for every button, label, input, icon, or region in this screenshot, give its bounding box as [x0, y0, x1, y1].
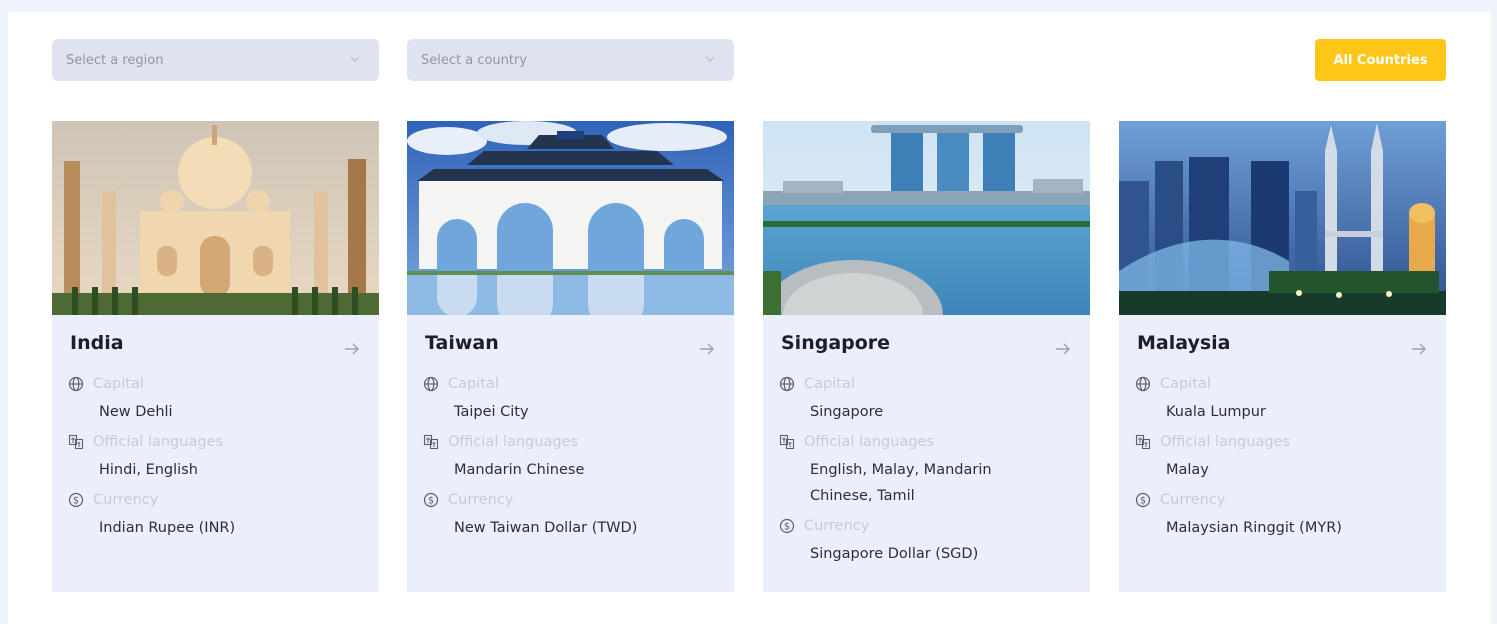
capital-label: Capital — [423, 376, 723, 392]
languages-block: Official languages Hindi, English — [68, 434, 368, 483]
svg-text:$: $ — [784, 522, 790, 533]
currency-block: $ Currency Malaysian Ringgit (MYR) — [1135, 492, 1435, 541]
capital-label: Capital — [779, 376, 1079, 392]
chevron-down-icon — [350, 56, 360, 62]
arrow-right-icon[interactable] — [698, 341, 716, 357]
all-countries-button[interactable]: All Countries — [1315, 39, 1446, 81]
country-card-taiwan[interactable]: Taiwan Capital Taipei City Official lang… — [407, 121, 734, 592]
chevron-down-icon — [705, 56, 715, 62]
country-name: Taiwan — [425, 332, 499, 354]
capital-label: Capital — [1135, 376, 1435, 392]
country-select[interactable]: Select a country — [407, 39, 734, 81]
country-photo — [1119, 121, 1446, 315]
capital-block: Capital Kuala Lumpur — [1135, 376, 1435, 425]
currency-block: $ Currency New Taiwan Dollar (TWD) — [423, 492, 723, 541]
country-card-malaysia[interactable]: Malaysia Capital Kuala Lumpur Official l… — [1119, 121, 1446, 592]
region-select-placeholder: Select a region — [66, 52, 164, 68]
currency-block: $ Currency Indian Rupee (INR) — [68, 492, 368, 541]
country-photo — [763, 121, 1090, 315]
capital-block: Capital Taipei City — [423, 376, 723, 425]
globe-icon — [779, 376, 795, 392]
languages-label: Official languages — [1135, 434, 1435, 450]
currency-value: Singapore Dollar (SGD) — [810, 546, 979, 562]
languages-value: Mandarin Chinese — [454, 462, 585, 478]
currency-label: $ Currency — [779, 518, 1079, 534]
currency-block: $ Currency Singapore Dollar (SGD) — [779, 518, 1079, 567]
currency-value: New Taiwan Dollar (TWD) — [454, 520, 638, 536]
currency-value: Malaysian Ringgit (MYR) — [1166, 520, 1342, 536]
capital-block: Capital Singapore — [779, 376, 1079, 425]
currency-value: Indian Rupee (INR) — [99, 520, 236, 536]
arrow-right-icon[interactable] — [1054, 341, 1072, 357]
country-name: Malaysia — [1137, 332, 1231, 354]
languages-label: Official languages — [423, 434, 723, 450]
translate-icon — [423, 434, 439, 450]
translate-icon — [1135, 434, 1151, 450]
capital-value: New Dehli — [99, 404, 173, 420]
country-photo — [407, 121, 734, 315]
currency-label: $ Currency — [1135, 492, 1435, 508]
svg-text:$: $ — [1140, 496, 1146, 507]
capital-label: Capital — [68, 376, 368, 392]
region-select[interactable]: Select a region — [52, 39, 379, 81]
capital-block: Capital New Dehli — [68, 376, 368, 425]
arrow-right-icon[interactable] — [1410, 341, 1428, 357]
globe-icon — [1135, 376, 1151, 392]
dollar-icon: $ — [423, 492, 439, 508]
languages-value: English, Malay, Mandarin Chinese, Tamil — [810, 462, 992, 504]
dollar-icon: $ — [779, 518, 795, 534]
dollar-icon: $ — [1135, 492, 1151, 508]
svg-text:$: $ — [73, 496, 79, 507]
country-card-india[interactable]: India Capital New Dehli Official languag… — [52, 121, 379, 592]
svg-text:$: $ — [428, 496, 434, 507]
country-name: India — [70, 332, 124, 354]
languages-label: Official languages — [779, 434, 1009, 450]
capital-value: Singapore — [810, 404, 884, 420]
languages-value: Malay — [1166, 462, 1209, 478]
capital-value: Kuala Lumpur — [1166, 404, 1266, 420]
currency-label: $ Currency — [68, 492, 368, 508]
languages-label: Official languages — [68, 434, 368, 450]
main-panel: Select a region Select a country All Cou… — [8, 12, 1491, 624]
translate-icon — [779, 434, 795, 450]
translate-icon — [68, 434, 84, 450]
capital-value: Taipei City — [454, 404, 529, 420]
currency-label: $ Currency — [423, 492, 723, 508]
country-photo — [52, 121, 379, 315]
globe-icon — [423, 376, 439, 392]
languages-block: Official languages Mandarin Chinese — [423, 434, 723, 483]
arrow-right-icon[interactable] — [343, 341, 361, 357]
country-select-placeholder: Select a country — [421, 52, 528, 68]
languages-block: Official languages English, Malay, Manda… — [779, 434, 1009, 509]
globe-icon — [68, 376, 84, 392]
country-name: Singapore — [781, 332, 891, 354]
country-card-singapore[interactable]: Singapore Capital Singapore Official lan… — [763, 121, 1090, 592]
languages-value: Hindi, English — [99, 462, 198, 478]
dollar-icon: $ — [68, 492, 84, 508]
languages-block: Official languages Malay — [1135, 434, 1435, 483]
